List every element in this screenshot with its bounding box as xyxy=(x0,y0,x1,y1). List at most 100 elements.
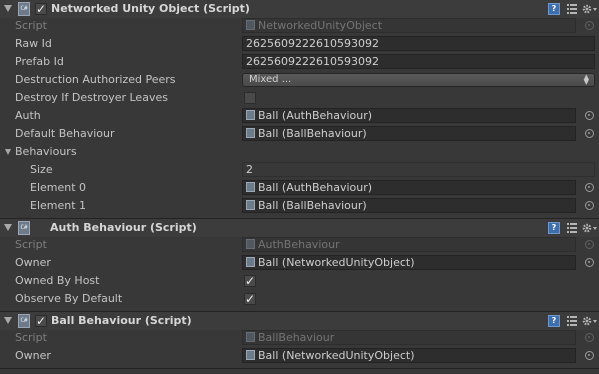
size-label: Size xyxy=(30,163,53,176)
object-picker-icon xyxy=(585,333,594,342)
row-auth: Auth Ball (AuthBehaviour) xyxy=(0,107,599,125)
row-element-1: Element 1 Ball (BallBehaviour) xyxy=(0,197,599,215)
component-enabled-checkbox[interactable]: ✓ xyxy=(35,315,47,327)
row-owner: Owner Ball (NetworkedUnityObject) xyxy=(0,254,599,272)
element-0-field[interactable]: Ball (AuthBehaviour) xyxy=(242,180,576,195)
owner-field[interactable]: Ball (NetworkedUnityObject) xyxy=(242,255,576,270)
script-file-icon xyxy=(246,257,255,267)
object-picker-icon[interactable] xyxy=(585,258,594,267)
raw-id-field[interactable]: 2625609222610593092 xyxy=(242,36,595,51)
component-header-auth-behaviour[interactable]: C# Auth Behaviour (Script) ? xyxy=(0,219,599,237)
script-field: BallBehaviour xyxy=(242,330,576,345)
row-script: Script NetworkedUnityObject xyxy=(0,17,599,35)
script-label: Script xyxy=(15,238,47,251)
row-observe-by-default: Observe By Default ✓ xyxy=(0,290,599,308)
prefab-id-label: Prefab Id xyxy=(15,55,64,68)
prefab-id-field[interactable]: 2625609222610593092 xyxy=(242,54,595,69)
foldout-triangle-icon[interactable] xyxy=(4,317,12,324)
script-file-icon xyxy=(246,128,255,138)
component-enabled-checkbox[interactable]: ✓ xyxy=(35,3,47,15)
gear-icon[interactable] xyxy=(581,2,599,16)
foldout-triangle-icon[interactable] xyxy=(4,224,12,231)
foldout-triangle-icon[interactable] xyxy=(4,5,12,12)
script-field: AuthBehaviour xyxy=(242,237,576,252)
dropdown-value: Mixed ... xyxy=(249,74,292,85)
destruction-authorized-peers-dropdown[interactable]: Mixed ... ▲ ▼ xyxy=(242,73,595,87)
row-destroy-if-destroyer-leaves: Destroy If Destroyer Leaves xyxy=(0,89,599,107)
component-header-ball-behaviour[interactable]: C# ✓ Ball Behaviour (Script) ? xyxy=(0,312,599,330)
script-file-icon xyxy=(246,182,255,192)
component-title: Ball Behaviour (Script) xyxy=(51,314,192,327)
script-file-icon xyxy=(246,350,255,360)
script-field: NetworkedUnityObject xyxy=(242,18,576,33)
component-title: Networked Unity Object (Script) xyxy=(51,2,250,15)
script-file-icon xyxy=(246,239,255,249)
csharp-script-icon: C# xyxy=(18,314,30,328)
raw-id-label: Raw Id xyxy=(15,37,52,50)
element-1-value: Ball (BallBehaviour) xyxy=(258,199,367,212)
element-1-label: Element 1 xyxy=(30,199,87,212)
row-size: Size 2 xyxy=(0,161,599,179)
help-icon[interactable]: ? xyxy=(548,315,560,327)
object-picker-icon[interactable] xyxy=(585,201,594,210)
owner-label: Owner xyxy=(15,256,51,269)
preset-icon[interactable] xyxy=(566,221,578,235)
destruction-authorized-peers-label: Destruction Authorized Peers xyxy=(15,73,176,86)
script-file-icon xyxy=(246,200,255,210)
component-title: Auth Behaviour (Script) xyxy=(50,221,197,234)
script-value: NetworkedUnityObject xyxy=(258,19,383,32)
object-picker-icon[interactable] xyxy=(585,111,594,120)
object-picker-icon[interactable] xyxy=(585,351,594,360)
row-behaviours[interactable]: Behaviours xyxy=(0,143,599,161)
object-picker-icon[interactable] xyxy=(585,129,594,138)
owner-value: Ball (NetworkedUnityObject) xyxy=(258,349,415,362)
element-0-value: Ball (AuthBehaviour) xyxy=(258,181,373,194)
script-file-icon xyxy=(246,110,255,120)
script-file-icon xyxy=(246,332,255,342)
component-header-networked-unity-object[interactable]: C# ✓ Networked Unity Object (Script) ? xyxy=(0,0,599,18)
row-script: Script AuthBehaviour xyxy=(0,236,599,254)
component-separator xyxy=(0,368,599,369)
row-script: Script BallBehaviour xyxy=(0,329,599,347)
row-prefab-id: Prefab Id 2625609222610593092 xyxy=(0,53,599,71)
script-value: AuthBehaviour xyxy=(258,238,340,251)
observe-by-default-checkbox[interactable]: ✓ xyxy=(244,293,256,305)
row-default-behaviour: Default Behaviour Ball (BallBehaviour) xyxy=(0,125,599,143)
size-field[interactable]: 2 xyxy=(242,162,595,177)
default-behaviour-value: Ball (BallBehaviour) xyxy=(258,127,367,140)
inspector-panel: C# ✓ Networked Unity Object (Script) ? S… xyxy=(0,0,599,374)
owned-by-host-checkbox[interactable]: ✓ xyxy=(244,275,256,287)
gear-icon[interactable] xyxy=(581,221,599,235)
owner-field[interactable]: Ball (NetworkedUnityObject) xyxy=(242,348,576,363)
script-value: BallBehaviour xyxy=(258,331,335,344)
default-behaviour-field[interactable]: Ball (BallBehaviour) xyxy=(242,126,576,141)
object-picker-icon xyxy=(585,240,594,249)
csharp-script-icon: C# xyxy=(18,221,30,235)
preset-icon[interactable] xyxy=(566,314,578,328)
help-icon[interactable]: ? xyxy=(548,3,560,15)
auth-field[interactable]: Ball (AuthBehaviour) xyxy=(242,108,576,123)
observe-by-default-label: Observe By Default xyxy=(15,292,123,305)
preset-icon[interactable] xyxy=(566,2,578,16)
row-owner: Owner Ball (NetworkedUnityObject) xyxy=(0,347,599,365)
script-label: Script xyxy=(15,19,47,32)
script-file-icon xyxy=(246,20,255,30)
behaviours-label: Behaviours xyxy=(15,145,77,158)
auth-label: Auth xyxy=(15,109,41,122)
object-picker-icon[interactable] xyxy=(585,183,594,192)
foldout-triangle-icon[interactable] xyxy=(5,149,11,155)
element-1-field[interactable]: Ball (BallBehaviour) xyxy=(242,198,576,213)
dropdown-arrows-icon: ▲ ▼ xyxy=(583,73,589,86)
help-icon[interactable]: ? xyxy=(548,222,560,234)
destroy-if-destroyer-leaves-checkbox[interactable] xyxy=(244,92,256,104)
row-element-0: Element 0 Ball (AuthBehaviour) xyxy=(0,179,599,197)
element-0-label: Element 0 xyxy=(30,181,87,194)
gear-icon[interactable] xyxy=(581,314,599,328)
default-behaviour-label: Default Behaviour xyxy=(15,127,115,140)
row-destruction-authorized-peers: Destruction Authorized Peers Mixed ... ▲… xyxy=(0,71,599,89)
object-picker-icon xyxy=(585,21,594,30)
csharp-script-icon: C# xyxy=(18,2,30,16)
owner-label: Owner xyxy=(15,349,51,362)
row-raw-id: Raw Id 2625609222610593092 xyxy=(0,35,599,53)
owner-value: Ball (NetworkedUnityObject) xyxy=(258,256,415,269)
